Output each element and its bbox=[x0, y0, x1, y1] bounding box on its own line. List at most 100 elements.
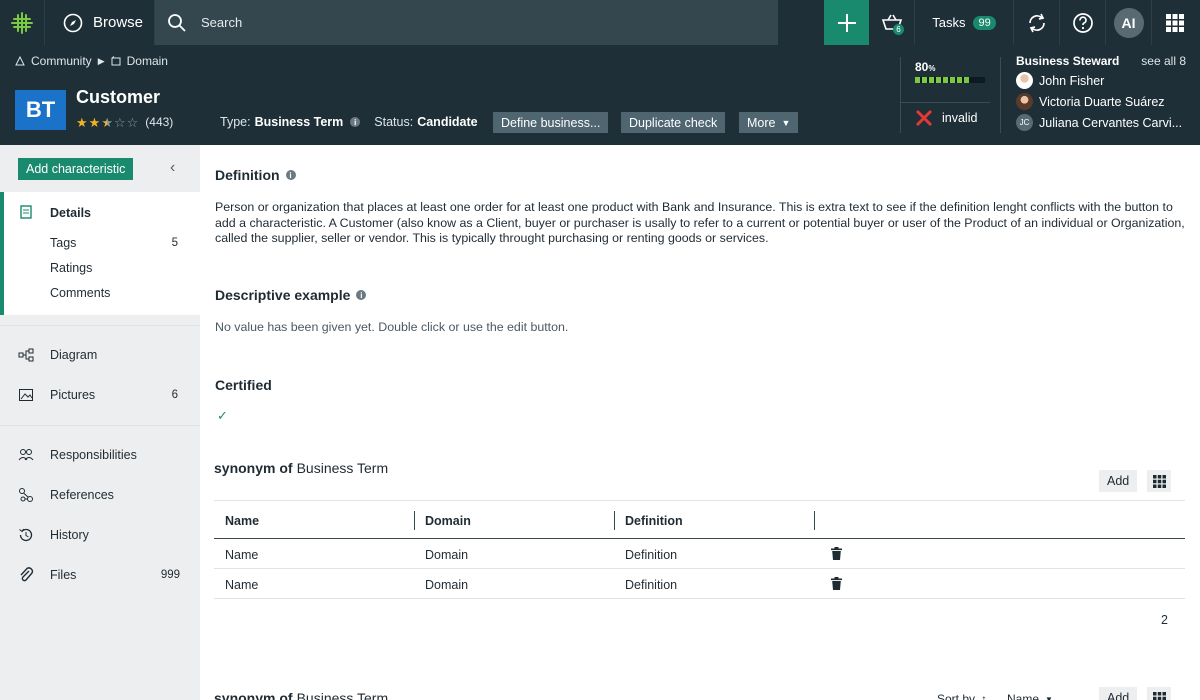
info-icon[interactable]: i bbox=[350, 117, 361, 127]
breadcrumb-domain[interactable]: Domain bbox=[127, 54, 168, 68]
main-content: Definition i Person or organization that… bbox=[200, 145, 1200, 700]
pictures-icon bbox=[19, 389, 33, 401]
search-icon bbox=[168, 13, 186, 32]
basket-count: 6 bbox=[893, 24, 904, 35]
sidebar-item-tags[interactable]: Tags bbox=[50, 236, 76, 250]
info-icon[interactable]: i bbox=[356, 290, 367, 300]
view-options-button[interactable] bbox=[1147, 470, 1171, 492]
progress-fill bbox=[915, 77, 971, 83]
help-button[interactable] bbox=[1060, 0, 1106, 45]
more-label: More bbox=[747, 115, 776, 130]
sidebar-item-details[interactable]: Details bbox=[50, 206, 91, 220]
sort-field[interactable]: Name bbox=[1007, 692, 1039, 700]
relations-table: Name Domain Definition Name Domain Defin… bbox=[214, 500, 1185, 599]
status-value: Candidate bbox=[417, 115, 478, 129]
grid-icon bbox=[1152, 691, 1166, 700]
search-input[interactable] bbox=[201, 15, 701, 30]
sidebar-item-history[interactable]: History bbox=[50, 528, 89, 542]
avatar bbox=[1016, 93, 1033, 110]
view-options-button[interactable] bbox=[1147, 687, 1171, 700]
steward-title: Business Steward bbox=[1016, 54, 1120, 68]
more-button[interactable]: More ▼ bbox=[739, 112, 799, 133]
trash-icon[interactable] bbox=[831, 577, 842, 590]
workflow-button[interactable] bbox=[1014, 0, 1060, 45]
apps-button[interactable] bbox=[1152, 0, 1197, 45]
invalid-x-icon bbox=[915, 109, 933, 127]
definition-title: Definition bbox=[215, 167, 280, 183]
add-characteristic-button[interactable]: Add characteristic bbox=[18, 158, 134, 180]
business-steward-panel: Business Steward see all 8 John Fisher V… bbox=[1016, 54, 1186, 131]
example-empty-text[interactable]: No value has been given yet. Double clic… bbox=[215, 320, 568, 334]
create-button[interactable] bbox=[824, 0, 869, 45]
column-header-definition[interactable]: Definition bbox=[625, 514, 683, 528]
column-header-domain[interactable]: Domain bbox=[425, 514, 471, 528]
column-header-name[interactable]: Name bbox=[225, 514, 259, 528]
cell-domain[interactable]: Domain bbox=[425, 548, 468, 562]
cell-name[interactable]: Name bbox=[225, 578, 258, 592]
sidebar-item-files[interactable]: Files bbox=[50, 568, 76, 582]
cell-name[interactable]: Name bbox=[225, 548, 258, 562]
star-full-icon: ★ bbox=[76, 114, 88, 130]
document-icon bbox=[20, 205, 32, 219]
pictures-count: 6 bbox=[171, 389, 178, 401]
steward-person[interactable]: John Fisher bbox=[1016, 72, 1186, 89]
breadcrumb-community[interactable]: Community bbox=[31, 54, 92, 68]
sidebar-group-details: Details Tags 5 Ratings Comments bbox=[0, 192, 200, 315]
sidebar-item-ratings[interactable]: Ratings bbox=[50, 261, 92, 275]
browse-label: Browse bbox=[93, 14, 144, 31]
example-section-title: Descriptive example i bbox=[215, 287, 367, 303]
references-icon bbox=[19, 488, 33, 502]
sidebar-item-responsibilities[interactable]: Responsibilities bbox=[50, 448, 137, 462]
type-label: Type: bbox=[220, 115, 251, 129]
add-relation-button[interactable]: Add bbox=[1099, 470, 1138, 492]
relation-target: Business Term bbox=[296, 690, 389, 700]
steward-person[interactable]: Victoria Duarte Suárez bbox=[1016, 93, 1186, 110]
table-row[interactable]: Name Domain Definition bbox=[214, 569, 1185, 599]
certified-title: Certified bbox=[215, 377, 272, 393]
rating[interactable]: ★ ★ ★ ☆ ☆ (443) bbox=[76, 115, 173, 129]
basket-button[interactable]: 6 bbox=[869, 0, 915, 45]
info-icon[interactable]: i bbox=[285, 170, 296, 180]
breadcrumb: Community ▶ Domain bbox=[15, 54, 168, 68]
cell-domain[interactable]: Domain bbox=[425, 578, 468, 592]
avatar: JC bbox=[1016, 114, 1033, 131]
asset-header: Community ▶ Domain BT Customer ★ ★ ★ ☆ ☆… bbox=[0, 45, 1200, 145]
history-icon bbox=[19, 528, 33, 542]
validity-label: invalid bbox=[942, 111, 978, 125]
refresh-icon bbox=[1028, 13, 1045, 32]
sidebar: Add characteristic ‹ Details Tags 5 Rati… bbox=[0, 145, 200, 700]
user-avatar-button[interactable]: AI bbox=[1106, 0, 1152, 45]
star-empty-icon: ☆ bbox=[113, 114, 126, 130]
duplicate-check-button[interactable]: Duplicate check bbox=[621, 112, 726, 133]
sort-ascending-icon[interactable]: ↑ bbox=[981, 692, 987, 700]
trash-icon[interactable] bbox=[831, 547, 842, 560]
validation-status[interactable]: invalid bbox=[915, 109, 977, 127]
table-row[interactable]: Name Domain Definition bbox=[214, 539, 1185, 569]
checkmark-icon[interactable]: ✓ bbox=[217, 408, 228, 424]
avatar: AI bbox=[1113, 7, 1144, 38]
app-logo[interactable] bbox=[0, 0, 45, 45]
sidebar-item-diagram[interactable]: Diagram bbox=[50, 348, 97, 362]
sort-control[interactable]: Sort by ↑ Name ▼ bbox=[937, 692, 1053, 700]
definition-text[interactable]: Person or organization that places at le… bbox=[215, 200, 1190, 247]
grid-icon bbox=[1165, 13, 1184, 32]
paperclip-icon bbox=[20, 567, 34, 582]
sidebar-item-comments[interactable]: Comments bbox=[50, 286, 110, 300]
see-all-link[interactable]: see all 8 bbox=[1141, 54, 1186, 68]
cell-definition[interactable]: Definition bbox=[625, 548, 677, 562]
search-bar[interactable] bbox=[155, 0, 778, 45]
person-name: Victoria Duarte Suárez bbox=[1039, 94, 1165, 109]
progress-unit: % bbox=[928, 64, 936, 73]
define-business-button[interactable]: Define business... bbox=[493, 112, 609, 133]
browse-button[interactable]: Browse bbox=[45, 0, 155, 45]
sidebar-item-references[interactable]: References bbox=[50, 488, 114, 502]
sidebar-item-pictures[interactable]: Pictures bbox=[50, 388, 95, 402]
person-name: John Fisher bbox=[1039, 73, 1105, 88]
cell-definition[interactable]: Definition bbox=[625, 578, 677, 592]
collapse-sidebar-icon[interactable]: ‹ bbox=[170, 159, 175, 177]
tasks-count-badge: 99 bbox=[973, 15, 996, 30]
add-relation-button[interactable]: Add bbox=[1099, 687, 1138, 700]
steward-person[interactable]: JC Juliana Cervantes Carvi... bbox=[1016, 114, 1186, 131]
tasks-button[interactable]: Tasks 99 bbox=[915, 0, 1014, 45]
relation-role: synonym of bbox=[214, 460, 293, 476]
